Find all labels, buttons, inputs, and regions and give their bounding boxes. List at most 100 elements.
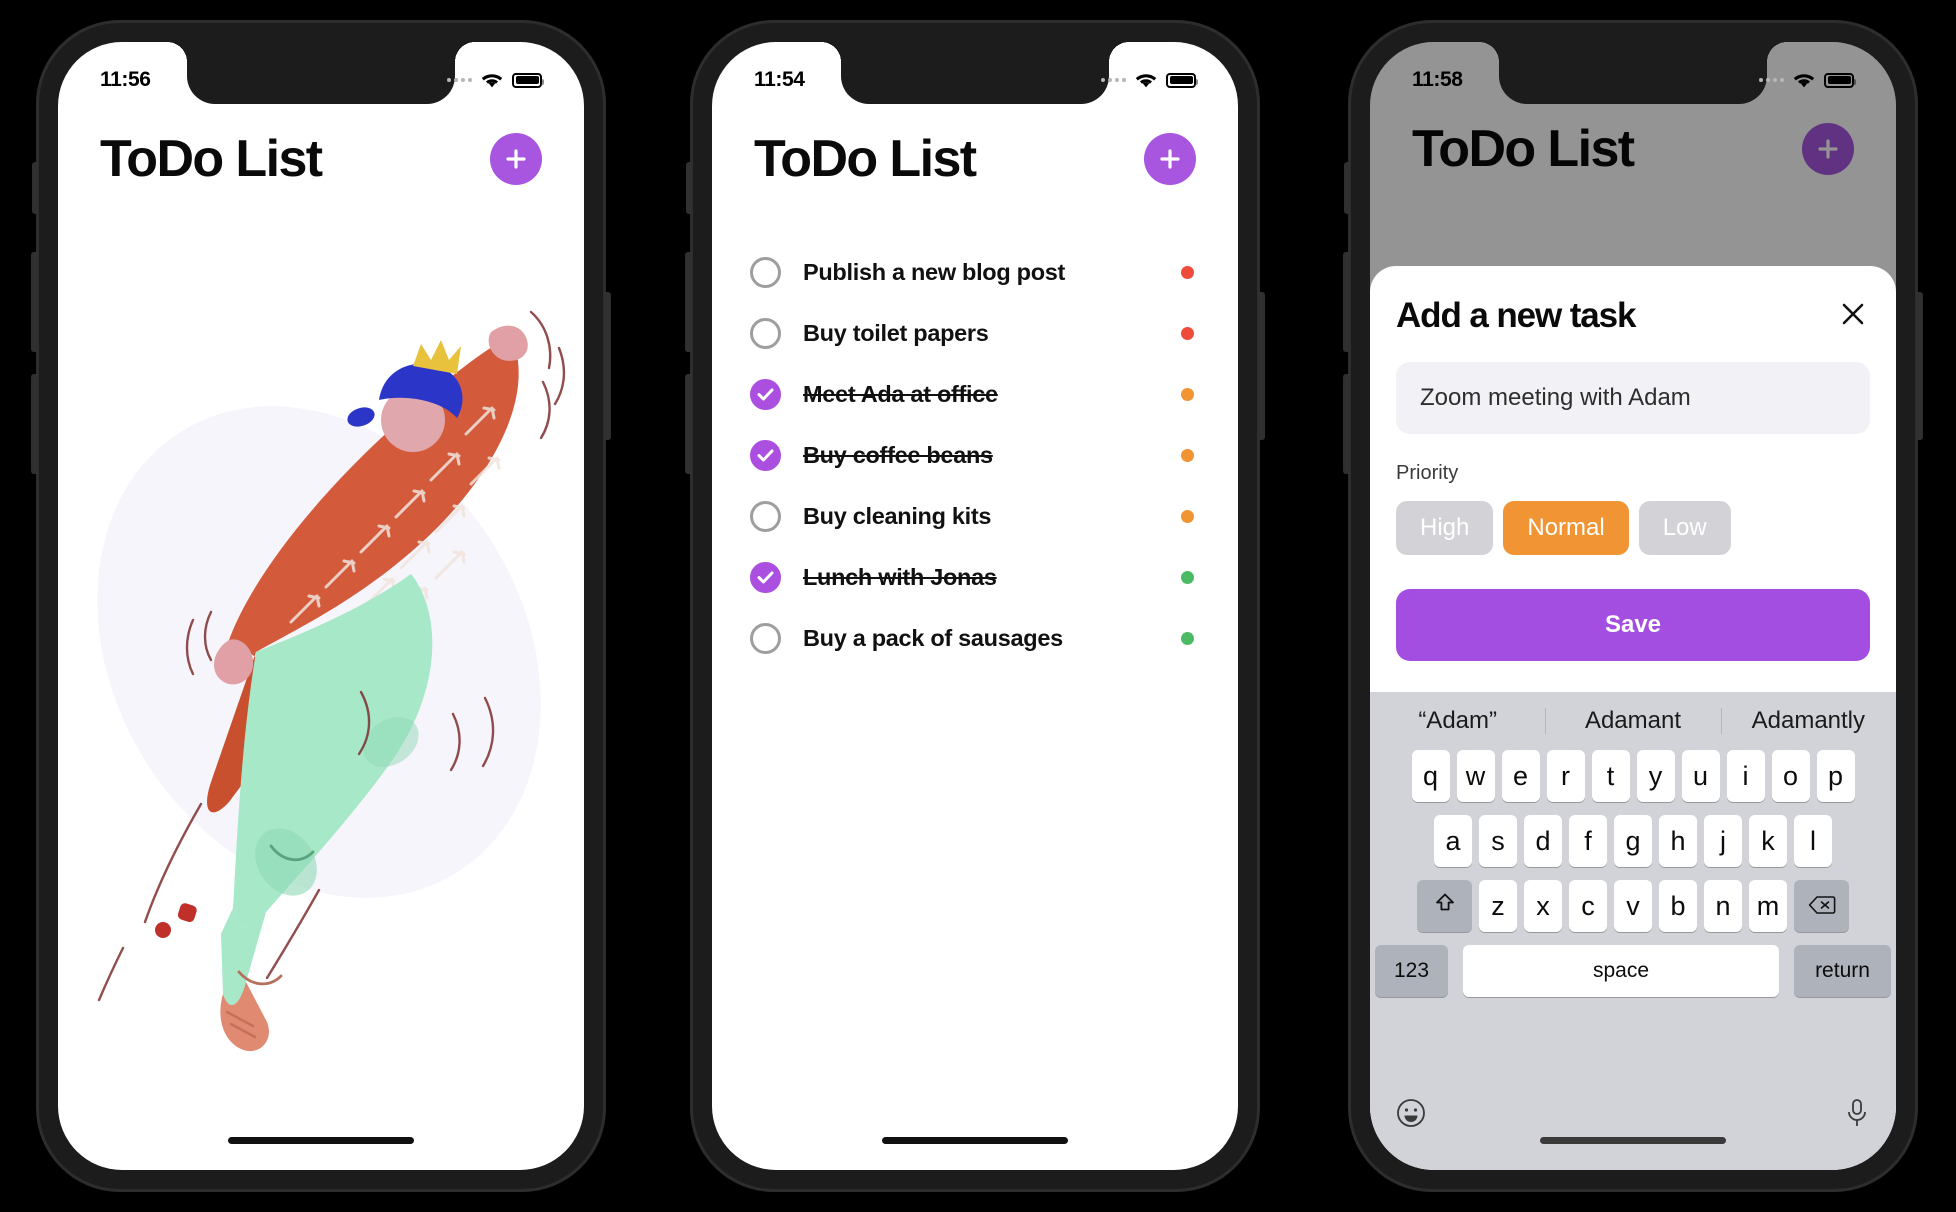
signal-dots-icon xyxy=(1101,78,1126,82)
task-row[interactable]: Lunch with Jonas xyxy=(732,547,1218,608)
task-checkbox[interactable] xyxy=(750,257,781,288)
space-key[interactable]: space xyxy=(1463,945,1779,997)
key-e[interactable]: e xyxy=(1501,750,1540,802)
dictation-key[interactable] xyxy=(1844,1098,1870,1128)
check-icon xyxy=(757,388,774,401)
task-checkbox[interactable] xyxy=(750,440,781,471)
task-checkbox[interactable] xyxy=(750,379,781,410)
key-m[interactable]: m xyxy=(1749,880,1787,932)
key-f[interactable]: f xyxy=(1569,815,1607,867)
sheet-header: Add a new task xyxy=(1396,296,1870,336)
key-p[interactable]: p xyxy=(1816,750,1855,802)
task-label: Publish a new blog post xyxy=(803,259,1066,285)
status-time: 11:56 xyxy=(100,68,151,91)
key-h[interactable]: h xyxy=(1659,815,1697,867)
add-task-button[interactable] xyxy=(490,133,542,185)
priority-option-high[interactable]: High xyxy=(1396,501,1494,555)
volume-up-button[interactable] xyxy=(31,252,38,352)
keyboard-rows: q w e r t y u i o p a s d f g h j k l z … xyxy=(1370,750,1896,1092)
keyboard-row-2: a s d f g h j k l xyxy=(1375,815,1891,867)
priority-dot xyxy=(1181,449,1194,462)
key-u[interactable]: u xyxy=(1681,750,1720,802)
task-label: Buy toilet papers xyxy=(803,320,989,346)
power-button[interactable] xyxy=(604,292,611,440)
wifi-icon xyxy=(1792,71,1816,89)
task-row[interactable]: Publish a new blog post xyxy=(732,242,1218,303)
task-label: Lunch with Jonas xyxy=(803,564,997,590)
task-row[interactable]: Buy toilet papers xyxy=(732,303,1218,364)
key-l[interactable]: l xyxy=(1794,815,1832,867)
check-icon xyxy=(757,449,774,462)
task-checkbox[interactable] xyxy=(750,623,781,654)
mute-switch[interactable] xyxy=(1344,162,1350,214)
close-button[interactable] xyxy=(1836,299,1870,333)
wifi-icon xyxy=(1134,71,1158,89)
signal-dots-icon xyxy=(447,78,472,82)
backspace-key[interactable] xyxy=(1794,880,1849,932)
status-bar: 11:54 xyxy=(712,42,1238,104)
key-g[interactable]: g xyxy=(1614,815,1652,867)
app-header: ToDo List xyxy=(58,104,584,214)
save-button[interactable]: Save xyxy=(1396,589,1870,661)
sheet-title: Add a new task xyxy=(1396,296,1637,335)
key-w[interactable]: w xyxy=(1456,750,1495,802)
screen: 11:54 ToDo List Publish a new blog post … xyxy=(712,42,1238,1170)
page-title: ToDo List xyxy=(100,130,323,188)
screen: 11:56 ToDo List xyxy=(58,42,584,1170)
add-task-button[interactable] xyxy=(1144,133,1196,185)
power-button[interactable] xyxy=(1916,292,1923,440)
power-button[interactable] xyxy=(1258,292,1265,440)
key-k[interactable]: k xyxy=(1749,815,1787,867)
volume-up-button[interactable] xyxy=(1343,252,1350,352)
task-row[interactable]: Meet Ada at office xyxy=(732,364,1218,425)
emoji-key[interactable] xyxy=(1396,1098,1426,1128)
return-key[interactable]: return xyxy=(1794,945,1891,997)
signal-dots-icon xyxy=(1759,78,1784,82)
key-d[interactable]: d xyxy=(1524,815,1562,867)
key-n[interactable]: n xyxy=(1704,880,1742,932)
task-name-input[interactable]: Zoom meeting with Adam xyxy=(1396,362,1870,434)
priority-dot xyxy=(1181,510,1194,523)
task-row[interactable]: Buy a pack of sausages xyxy=(732,608,1218,669)
priority-option-low[interactable]: Low xyxy=(1638,501,1731,555)
volume-down-button[interactable] xyxy=(1343,374,1350,474)
volume-down-button[interactable] xyxy=(685,374,692,474)
home-indicator xyxy=(228,1137,414,1144)
key-c[interactable]: c xyxy=(1569,880,1607,932)
mute-switch[interactable] xyxy=(686,162,692,214)
task-label: Buy coffee beans xyxy=(803,442,993,468)
key-s[interactable]: s xyxy=(1479,815,1517,867)
key-o[interactable]: o xyxy=(1771,750,1810,802)
key-x[interactable]: x xyxy=(1524,880,1562,932)
task-checkbox[interactable] xyxy=(750,501,781,532)
volume-up-button[interactable] xyxy=(685,252,692,352)
key-i[interactable]: i xyxy=(1726,750,1765,802)
key-b[interactable]: b xyxy=(1659,880,1697,932)
suggestion-item[interactable]: Adamantly xyxy=(1721,707,1896,735)
key-r[interactable]: r xyxy=(1546,750,1585,802)
task-checkbox[interactable] xyxy=(750,318,781,349)
priority-option-normal[interactable]: Normal xyxy=(1503,501,1629,555)
shift-key[interactable] xyxy=(1417,880,1472,932)
key-t[interactable]: t xyxy=(1591,750,1630,802)
battery-icon xyxy=(1824,72,1856,88)
key-z[interactable]: z xyxy=(1479,880,1517,932)
key-y[interactable]: y xyxy=(1636,750,1675,802)
task-checkbox[interactable] xyxy=(750,562,781,593)
key-v[interactable]: v xyxy=(1614,880,1652,932)
key-a[interactable]: a xyxy=(1434,815,1472,867)
suggestion-item[interactable]: Adamant xyxy=(1545,707,1720,735)
task-row[interactable]: Buy coffee beans xyxy=(732,425,1218,486)
home-indicator xyxy=(1540,1137,1726,1144)
suggestion-item[interactable]: “Adam” xyxy=(1370,707,1545,735)
volume-down-button[interactable] xyxy=(31,374,38,474)
task-list: Publish a new blog post Buy toilet paper… xyxy=(712,242,1238,669)
key-q[interactable]: q xyxy=(1411,750,1450,802)
task-row[interactable]: Buy cleaning kits xyxy=(732,486,1218,547)
key-j[interactable]: j xyxy=(1704,815,1742,867)
home-indicator xyxy=(882,1137,1068,1144)
numeric-key[interactable]: 123 xyxy=(1375,945,1448,997)
priority-dot xyxy=(1181,327,1194,340)
mute-switch[interactable] xyxy=(32,162,38,214)
plus-icon xyxy=(1157,146,1183,172)
